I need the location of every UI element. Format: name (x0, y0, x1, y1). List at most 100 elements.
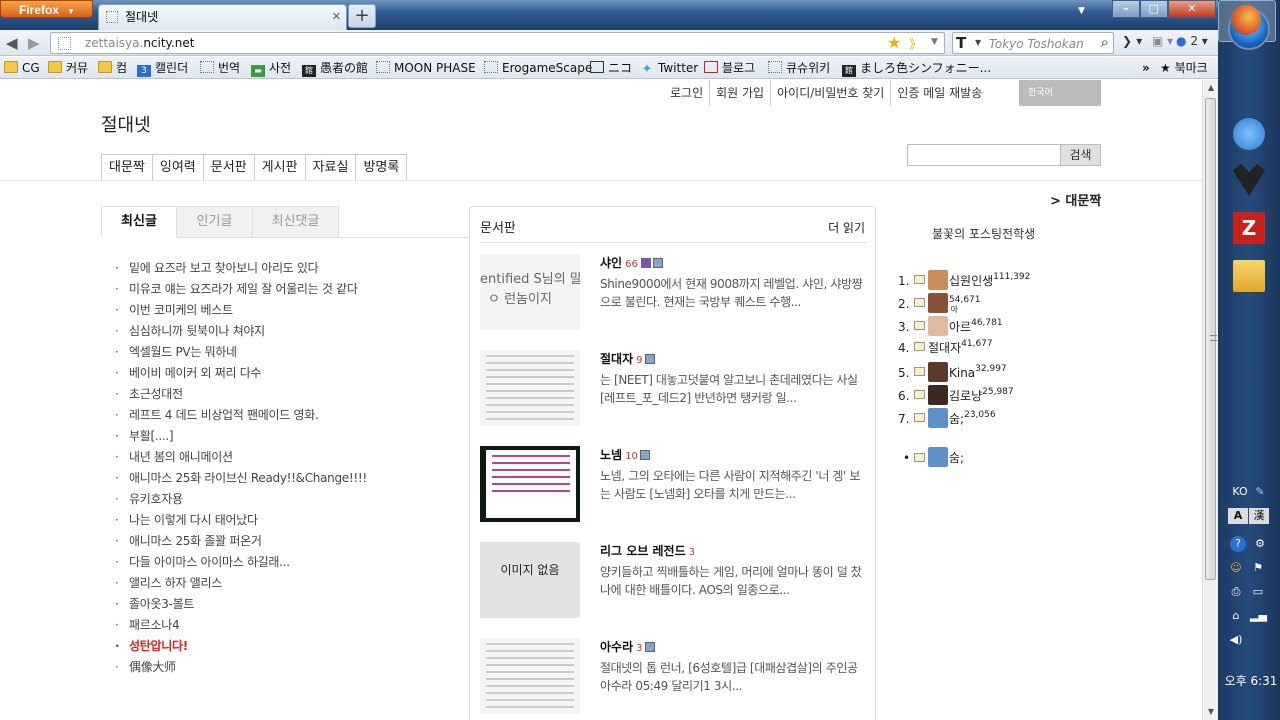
hanja-icon[interactable]: 漢 (1249, 508, 1269, 524)
search-icon[interactable]: ⌕ (1101, 33, 1109, 51)
engine-dropdown-icon[interactable]: ▼ (975, 38, 981, 47)
ranking-item[interactable]: 6. 김로냥25,987 (898, 385, 1030, 408)
daemunjjak-link[interactable]: > 대문짝 (1050, 190, 1101, 209)
menu-item-archive[interactable]: 자료실 (306, 155, 357, 181)
ime-settings-icon[interactable]: ⚙ (1252, 536, 1268, 552)
post-list-item[interactable]: 졸아옷3-볼트 (115, 597, 367, 618)
url-bar[interactable]: zettaisya.ncity.net ★ 》 ▼ (50, 32, 945, 54)
close-tab-icon[interactable]: ✕ (332, 5, 341, 29)
ranking-item[interactable]: 4. 절대자41,677 (898, 339, 1030, 362)
minimize-button[interactable]: – (1112, 0, 1140, 18)
bookmark-blog[interactable]: 블로그 (704, 60, 755, 76)
device-icon[interactable]: ⎙ (1228, 584, 1244, 600)
site-search-button[interactable]: 검색 (1060, 144, 1101, 166)
bookmark-kyushuwiki[interactable]: 큐슈위키 (768, 60, 830, 76)
bookmark-translate[interactable]: 번역 (200, 60, 240, 76)
usb-icon[interactable]: ⌂ (1228, 608, 1244, 624)
ranking-item[interactable]: 5. Kina32,997 (898, 362, 1030, 385)
site-title[interactable]: 절대넷 (101, 111, 151, 137)
post-list-item[interactable]: 심심하니까 뒷북이나 쳐야지 (115, 324, 367, 345)
bookmark-calendar[interactable]: 3 캘린더 (137, 60, 188, 77)
read-more-link[interactable]: 더 읽기 (828, 219, 865, 236)
doc-item[interactable]: 아수라 3 절대넷의 톱 런너, [6성호텔]급 [대패삼겹살]의 주인공 아수라… (480, 638, 870, 716)
doc-name[interactable]: 절대자 9 (600, 350, 655, 367)
vertical-scrollbar[interactable]: ▲ ▼ (1202, 80, 1218, 720)
tab-popular-posts[interactable]: 인기글 (177, 206, 253, 238)
post-list-item[interactable]: 유키호자용 (115, 492, 367, 513)
language-select[interactable]: 한국어 (1019, 80, 1101, 106)
display-icon[interactable]: ▭ (1250, 584, 1266, 600)
bookmark-nico[interactable]: ニコ (590, 60, 632, 76)
post-list-item[interactable]: 애니마스 25화 라이브신 Ready!!&Change!!!! (115, 471, 367, 492)
tab-latest-comments[interactable]: 최신댓글 (253, 206, 339, 238)
bookmark-star-icon[interactable]: ★ (887, 33, 901, 52)
bookmark-cg[interactable]: CG (4, 60, 40, 76)
more-tools-icon[interactable]: ❯ ▾ (1122, 34, 1142, 48)
bookmark-mashiro[interactable]: 館ましろ色シンフォニー... (842, 60, 991, 77)
post-list-item[interactable]: 성탄압니다! (115, 639, 367, 660)
doc-name[interactable]: 샤인 66 (600, 254, 663, 271)
bookmark-twitter[interactable]: ✦ Twitter (640, 60, 699, 76)
network-icon[interactable]: ▂▄ (1250, 608, 1267, 624)
bookmark-dictionary[interactable]: ▬ 사전 (251, 60, 291, 77)
feed-icon[interactable]: 》 (909, 34, 922, 53)
signup-link[interactable]: 회원 가입 (710, 80, 772, 106)
post-list-item[interactable]: 레프트 4 데드 비상업적 팬메이드 영화. (115, 408, 367, 429)
doc-name[interactable]: 노넴 10 (600, 446, 650, 463)
post-list-item[interactable]: 밑에 요즈라 보고 찾아보니 아리도 있다 (115, 261, 367, 282)
list-all-tabs-icon[interactable]: ▼ (1078, 6, 1085, 16)
search-bar[interactable]: T ▼ Tokyo Toshokan ⌕ (952, 32, 1114, 54)
doc-item[interactable]: 노넴 10 노넴, 그의 오타에는 다른 사람이 지적해주긴 '너 겡' 보는 사… (480, 446, 870, 524)
bookmark-gushanokan[interactable]: 館愚者の館 (302, 60, 368, 77)
doc-name[interactable]: 아수라 3 (600, 638, 655, 655)
site-identity-icon[interactable] (58, 37, 71, 50)
resend-email-link[interactable]: 인증 메일 재발송 (891, 80, 988, 106)
site-search-input[interactable] (907, 144, 1061, 166)
ime-mode-icon[interactable]: A (1228, 508, 1248, 524)
bookmark-erogamescape[interactable]: ErogameScape (484, 60, 592, 76)
post-list-item[interactable]: 미유코 얘는 요즈라가 제일 잘 어울리는 것 같다 (115, 282, 367, 303)
bookmark-moonphase[interactable]: MOON PHASE (376, 60, 476, 76)
close-window-button[interactable]: ✕ (1167, 0, 1217, 18)
post-list-item[interactable]: 베이비 메이커 외 쩌리 다수 (115, 366, 367, 387)
post-list-item[interactable]: 부활[....] (115, 429, 367, 450)
new-tab-button[interactable]: + (348, 4, 376, 28)
bookmark-community[interactable]: 커뮤 (48, 60, 88, 76)
maximize-button[interactable]: □ (1139, 0, 1168, 18)
post-list-item[interactable]: 나는 이렇게 다시 태어났다 (115, 513, 367, 534)
login-link[interactable]: 로그인 (664, 80, 711, 106)
menu-item-documents[interactable]: 문서판 (204, 155, 255, 181)
history-dropdown-icon[interactable]: ▼ (931, 37, 938, 47)
ranking-item[interactable]: 3. 아르46,781 (898, 316, 1030, 339)
scroll-up-icon[interactable]: ▲ (1203, 80, 1219, 96)
ranking-item[interactable]: 1. 십원인생111,392 (898, 270, 1030, 293)
search-engine-icon[interactable]: T (956, 34, 966, 52)
help-icon[interactable]: ? (1230, 536, 1246, 552)
forward-icon[interactable]: ▶ (28, 33, 40, 53)
post-list-item[interactable]: 偶像大师 (115, 660, 367, 681)
notification-badge[interactable]: ● 2 ▾ (1176, 34, 1208, 48)
bookmarks-overflow-icon[interactable]: » (1142, 60, 1150, 76)
post-list-item[interactable]: 초근성대전 (115, 387, 367, 408)
ime-icon[interactable]: ✎ (1252, 484, 1268, 500)
doc-item[interactable]: entified S님의 말 ㅇ 런놈이지 샤인 66 Shine9000에서 현재… (480, 254, 870, 332)
menu-item-guestbook[interactable]: 방명록 (356, 155, 406, 181)
ranking-item[interactable]: 2. 54,671아 (898, 293, 1030, 316)
tab-active[interactable]: 절대넷 ✕ (98, 4, 347, 30)
post-list-item[interactable]: 패르소나4 (115, 618, 367, 639)
ranking-item[interactable]: 7. 숨;23,056 (898, 408, 1030, 431)
scrollbar-thumb[interactable] (1205, 98, 1217, 580)
doc-thumbnail-placeholder[interactable]: 이미지 없음 (480, 542, 580, 618)
bookmark-computer[interactable]: 컴 (98, 60, 127, 76)
taskbar-clock[interactable]: 오후 6:31 (1224, 672, 1278, 689)
find-account-link[interactable]: 아이디/비밀번호 찾기 (771, 80, 892, 106)
menu-item-daemunjjak[interactable]: 대문짝 (102, 155, 153, 181)
post-list-item[interactable]: 내년 봄의 애니메이션 (115, 450, 367, 471)
doc-thumbnail[interactable]: entified S님의 말 ㅇ 런놈이지 (480, 254, 580, 330)
menu-item-ingyeoryeok[interactable]: 잉여력 (153, 155, 204, 181)
action-center-flag-icon[interactable]: ⚑ (1250, 560, 1266, 576)
post-list-item[interactable]: 앨리스 하자 앨리스 (115, 576, 367, 597)
scroll-down-icon[interactable]: ▼ (1203, 704, 1219, 720)
doc-thumbnail[interactable] (480, 446, 580, 522)
tab-latest-posts[interactable]: 최신글 (101, 206, 177, 238)
